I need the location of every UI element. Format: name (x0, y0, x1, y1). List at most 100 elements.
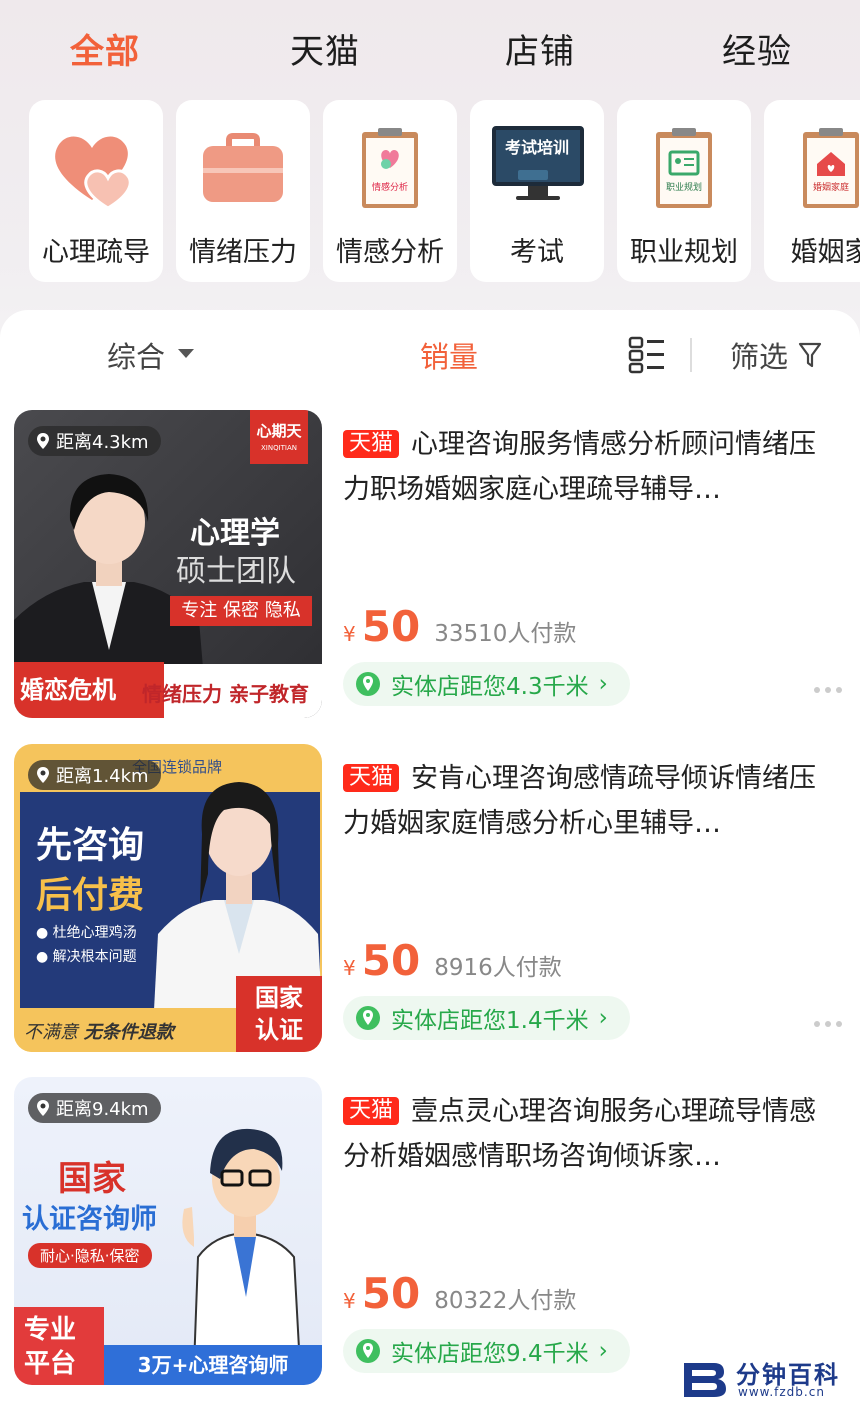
store-distance-link[interactable]: 实体店距您4.3千米 › (343, 662, 630, 706)
location-pin-icon (37, 767, 49, 783)
category-emotion-analysis[interactable]: 情感分析 情感分析 (323, 100, 457, 282)
product-price: 50 (361, 936, 421, 985)
price-row: ¥ 50 8916人付款 (343, 936, 562, 985)
watermark: 分钟百科 www.fzdb.cn (680, 1355, 855, 1403)
currency-symbol: ¥ (343, 956, 356, 980)
tmall-tag: 天猫 (343, 430, 400, 458)
chevron-right-icon: › (598, 1338, 608, 1364)
hearts-icon (55, 136, 132, 210)
product-title-block[interactable]: 天猫 壹点灵心理咨询服务心理疏导情感分析婚姻感情职场咨询倾诉家… (343, 1089, 833, 1179)
store-distance-text: 实体店距您1.4千米 (391, 1008, 589, 1034)
tmall-tag: 天猫 (343, 1097, 400, 1125)
currency-symbol: ¥ (343, 622, 356, 646)
distance-text: 距离9.4km (56, 1099, 149, 1120)
briefcase-icon (203, 133, 283, 202)
clipboard-id-icon (656, 128, 712, 208)
category-psych-counseling[interactable]: 心理疏导 (29, 100, 163, 282)
product-card[interactable]: 距离1.4km 全国连锁品牌 先咨询 后付费 ● 杜绝心理鸡汤 ● 解决根本问题… (0, 744, 860, 1056)
product-image[interactable]: 距离4.3km 心期天 XINQITIAN 心理学 硕士团队 专注 保密 隐私 … (14, 410, 322, 718)
product-title: 心理咨询服务情感分析顾问情绪压力职场婚姻家庭心理疏导辅导… (343, 429, 817, 505)
category-label: 情感分析 (336, 237, 444, 268)
store-distance-link[interactable]: 实体店距您9.4千米 › (343, 1329, 630, 1373)
tmall-tag: 天猫 (343, 764, 400, 792)
product-title: 安肯心理咨询感情疏导倾诉情绪压力婚姻家庭情感分析心里辅导… (343, 763, 817, 839)
banner-check-1: ● 杜绝心理鸡汤 (36, 925, 137, 941)
store-distance-text: 实体店距您4.3千米 (391, 674, 589, 700)
product-title-block[interactable]: 天猫 安肯心理咨询感情疏导倾诉情绪压力婚姻家庭情感分析心里辅导… (343, 756, 833, 846)
distance-badge: 距离1.4km (28, 760, 161, 790)
clipboard-caption: 职业规划 (665, 183, 702, 193)
clipboard-caption: 婚姻家庭 (812, 183, 849, 193)
banner-red-bar: 专注 保密 隐私 (170, 596, 312, 626)
sort-bar: 综合 销量 筛选 (0, 310, 860, 398)
product-image[interactable]: 距离9.4km 国家 认证咨询师 耐心·隐私·保密 专业 平台 3万+心理咨询师 (14, 1077, 322, 1385)
banner-bottom-right: 情绪压力 亲子教育 (142, 682, 309, 706)
watermark-url: www.fzdb.cn (738, 1385, 825, 1399)
certified-badge: 国家 认证 (236, 976, 322, 1052)
product-price: 50 (361, 602, 421, 651)
banner-subheadline: 硕士团队 (176, 554, 296, 589)
banner-subheadline: 认证咨询师 (22, 1204, 157, 1235)
tab-experience[interactable]: 经验 (722, 24, 792, 73)
product-title-block[interactable]: 天猫 心理咨询服务情感分析顾问情绪压力职场婚姻家庭心理疏导辅导… (343, 422, 833, 512)
paid-count: 33510人付款 (434, 621, 577, 647)
clipboard-heart-icon (362, 128, 418, 208)
sort-sales[interactable]: 销量 (420, 334, 478, 376)
clipboard-house-icon (803, 128, 859, 208)
category-row: 心理疏导 情绪压力 情感分析 情感分析 考试培训 考试 职业规划 职业规划 婚姻… (0, 100, 860, 282)
chevron-right-icon: › (598, 1005, 608, 1031)
category-exam[interactable]: 考试培训 考试 (470, 100, 604, 282)
corner-badge: 专业 平台 (14, 1307, 104, 1385)
distance-badge: 距离9.4km (28, 1093, 161, 1123)
more-options-icon[interactable] (813, 686, 843, 694)
banner-headline: 国家 (58, 1159, 126, 1199)
tab-tmall[interactable]: 天猫 (290, 24, 360, 73)
monitor-caption: 考试培训 (504, 138, 569, 157)
category-label: 婚姻家 (790, 237, 860, 268)
banner-subheadline: 后付费 (36, 875, 145, 916)
portrait-image (154, 782, 322, 1010)
caret-down-icon[interactable] (178, 349, 194, 358)
product-card[interactable]: 距离4.3km 心期天 XINQITIAN 心理学 硕士团队 专注 保密 隐私 … (0, 410, 860, 722)
more-options-icon[interactable] (813, 1020, 843, 1028)
chevron-right-icon: › (598, 671, 608, 697)
banner-headline: 先咨询 (36, 825, 145, 866)
distance-text: 距离1.4km (56, 766, 149, 787)
store-distance-text: 实体店距您9.4千米 (391, 1341, 589, 1367)
banner-check-2: ● 解决根本问题 (36, 949, 137, 965)
clipboard-caption: 情感分析 (371, 183, 408, 193)
category-career-planning[interactable]: 职业规划 职业规划 (617, 100, 751, 282)
category-label: 心理疏导 (42, 237, 150, 268)
distance-text: 距离4.3km (56, 432, 149, 453)
location-pin-icon (37, 1100, 49, 1116)
monitor-icon (492, 126, 584, 200)
divider (690, 338, 692, 372)
filter-icon[interactable] (798, 341, 822, 369)
product-card[interactable]: 距离9.4km 国家 认证咨询师 耐心·隐私·保密 专业 平台 3万+心理咨询师 … (0, 1077, 860, 1389)
store-distance-link[interactable]: 实体店距您1.4千米 › (343, 996, 630, 1040)
tab-shops[interactable]: 店铺 (505, 24, 575, 73)
watermark-logo-icon (684, 1363, 726, 1397)
product-image[interactable]: 距离1.4km 全国连锁品牌 先咨询 后付费 ● 杜绝心理鸡汤 ● 解决根本问题… (14, 744, 322, 1052)
paid-count: 8916人付款 (434, 955, 562, 981)
list-layout-icon[interactable] (628, 336, 666, 374)
brand-logo: 心期天 XINQITIAN (250, 410, 308, 464)
tab-all[interactable]: 全部 (70, 24, 140, 73)
banner-pill: 耐心·隐私·保密 (28, 1243, 152, 1268)
paid-count: 80322人付款 (434, 1288, 577, 1314)
banner-bottom-strip: 3万+心理咨询师 (104, 1345, 322, 1385)
product-title: 壹点灵心理咨询服务心理疏导情感分析婚姻感情职场咨询倾诉家… (343, 1096, 817, 1172)
category-marriage-family[interactable]: 婚姻家庭 婚姻家 (764, 100, 860, 282)
banner-refund: 不满意 无条件退款 (24, 1022, 174, 1043)
category-label: 考试 (510, 237, 564, 268)
filter-button[interactable]: 筛选 (730, 334, 788, 376)
category-emotional-stress[interactable]: 情绪压力 (176, 100, 310, 282)
price-row: ¥ 50 33510人付款 (343, 602, 576, 651)
currency-symbol: ¥ (343, 1289, 356, 1313)
doctor-illustration (182, 1128, 302, 1367)
distance-badge: 距离4.3km (28, 426, 161, 456)
sort-comprehensive[interactable]: 综合 (107, 334, 165, 376)
location-pin-icon (356, 1006, 380, 1030)
category-label: 情绪压力 (189, 237, 297, 268)
location-pin-icon (356, 1339, 380, 1363)
